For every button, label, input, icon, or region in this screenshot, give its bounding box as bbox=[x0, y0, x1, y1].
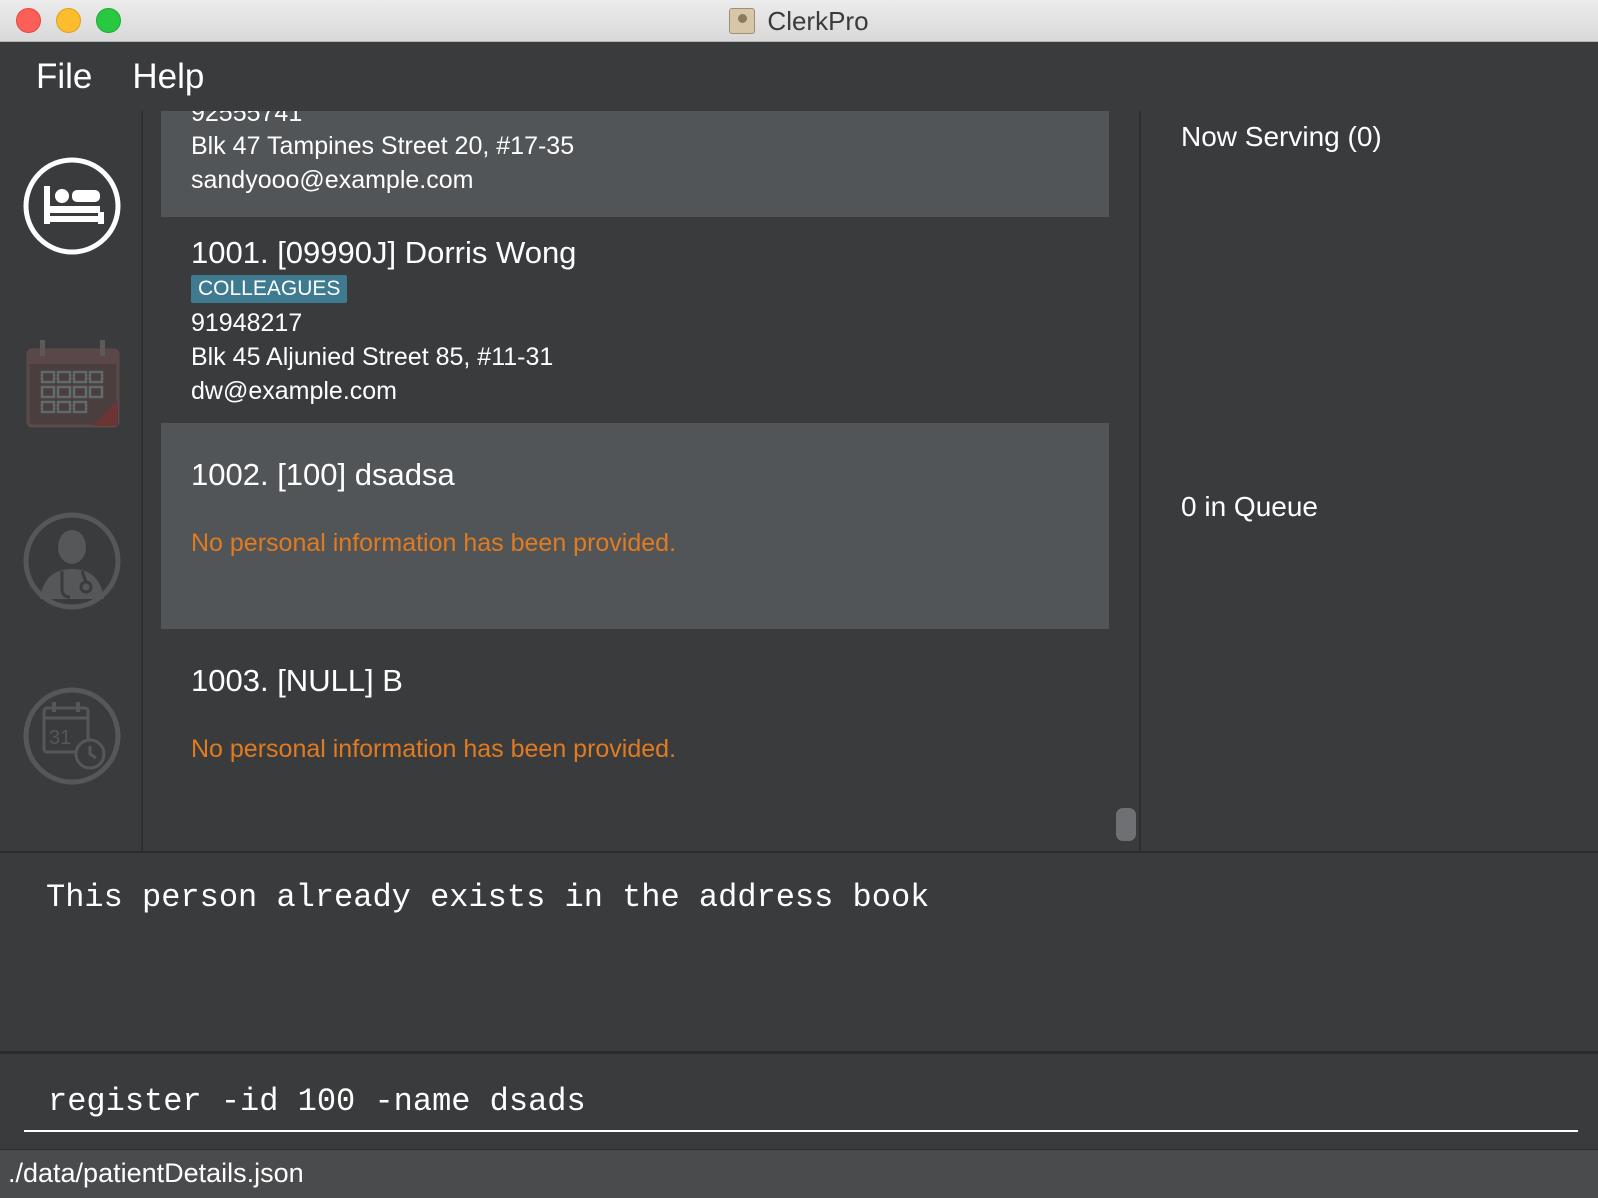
menu-file[interactable]: File bbox=[36, 57, 92, 97]
patient-card-selected[interactable]: 1002. [100] dsadsa No personal informati… bbox=[161, 423, 1109, 629]
calendar-grid-icon bbox=[26, 340, 120, 428]
no-info-note: No personal information has been provide… bbox=[191, 735, 677, 763]
no-info-note: No personal information has been provide… bbox=[191, 529, 677, 557]
patient-phone: 91948217 bbox=[191, 309, 303, 337]
sidebar-item-appointments[interactable] bbox=[22, 336, 122, 436]
title-wrap: ClerkPro bbox=[0, 0, 1598, 42]
list-scrollbar[interactable] bbox=[1116, 808, 1136, 841]
patient-list: 92555741 Blk 47 Tampines Street 20, #17-… bbox=[161, 111, 1109, 851]
patient-address: Blk 47 Tampines Street 20, #17-35 bbox=[191, 132, 575, 160]
result-display: This person already exists in the addres… bbox=[0, 851, 1598, 1051]
command-input[interactable] bbox=[24, 1072, 1578, 1132]
patient-heading: 1003. [NULL] B bbox=[191, 663, 403, 698]
svg-text:31: 31 bbox=[49, 727, 71, 749]
app-window: ClerkPro File Help 31 92555741 Blk 47 Ta… bbox=[0, 0, 1598, 1198]
sidebar: 31 bbox=[0, 111, 143, 851]
patient-list-panel[interactable]: 92555741 Blk 47 Tampines Street 20, #17-… bbox=[143, 111, 1141, 851]
doctor-icon bbox=[23, 512, 121, 610]
now-serving-label: Now Serving (0) bbox=[1181, 121, 1382, 152]
patient-address: Blk 45 Aljunied Street 85, #11-31 bbox=[191, 343, 554, 371]
patient-card[interactable]: 92555741 Blk 47 Tampines Street 20, #17-… bbox=[161, 111, 1109, 217]
sidebar-item-doctors[interactable] bbox=[22, 511, 122, 611]
patient-tag: COLLEAGUES bbox=[191, 275, 348, 303]
patient-email: dw@example.com bbox=[191, 377, 398, 405]
save-location: ./data/patientDetails.json bbox=[8, 1158, 304, 1188]
status-bar: ./data/patientDetails.json bbox=[0, 1149, 1598, 1198]
patient-heading: 1001. [09990J] Dorris Wong bbox=[191, 235, 577, 270]
command-box bbox=[0, 1051, 1598, 1149]
sidebar-item-patients[interactable] bbox=[22, 156, 122, 256]
queue-panel: Now Serving (0) 0 in Queue bbox=[1139, 111, 1598, 851]
app-icon bbox=[729, 8, 756, 34]
patient-card[interactable]: 1001. [09990J] Dorris Wong COLLEAGUES 91… bbox=[161, 217, 1109, 423]
queue-count-label: 0 in Queue bbox=[1181, 491, 1318, 522]
patient-email: sandyooo@example.com bbox=[191, 166, 474, 194]
window-title: ClerkPro bbox=[767, 5, 869, 36]
title-bar: ClerkPro bbox=[0, 0, 1598, 42]
sidebar-item-schedule[interactable]: 31 bbox=[22, 686, 122, 786]
patient-bed-icon bbox=[23, 157, 121, 255]
patient-heading: 1002. [100] dsadsa bbox=[191, 457, 455, 492]
calendar-clock-icon: 31 bbox=[23, 687, 121, 785]
patient-card[interactable]: 1003. [NULL] B No personal information h… bbox=[161, 629, 1109, 851]
menu-help[interactable]: Help bbox=[132, 57, 204, 97]
patient-phone: 92555741 bbox=[191, 111, 303, 127]
menu-bar: File Help bbox=[0, 43, 1598, 111]
result-message: This person already exists in the addres… bbox=[46, 879, 930, 916]
